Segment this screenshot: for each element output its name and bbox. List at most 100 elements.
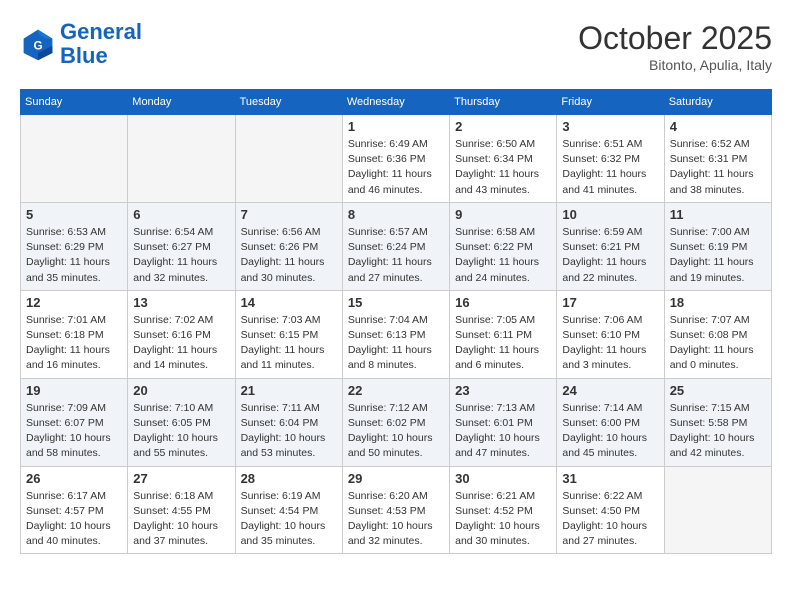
day-info: Sunrise: 7:15 AM Sunset: 5:58 PM Dayligh… <box>670 401 766 462</box>
day-number: 19 <box>26 383 122 398</box>
day-info: Sunrise: 6:59 AM Sunset: 6:21 PM Dayligh… <box>562 225 658 286</box>
day-number: 2 <box>455 119 551 134</box>
svg-text:G: G <box>33 40 42 53</box>
day-number: 15 <box>348 295 444 310</box>
calendar-day-cell: 14 Sunrise: 7:03 AM Sunset: 6:15 PM Dayli… <box>235 290 342 378</box>
day-number: 25 <box>670 383 766 398</box>
day-info: Sunrise: 6:50 AM Sunset: 6:34 PM Dayligh… <box>455 137 551 198</box>
day-number: 29 <box>348 471 444 486</box>
day-info: Sunrise: 7:09 AM Sunset: 6:07 PM Dayligh… <box>26 401 122 462</box>
calendar-day-cell: 15 Sunrise: 7:04 AM Sunset: 6:13 PM Dayli… <box>342 290 449 378</box>
day-info: Sunrise: 6:22 AM Sunset: 4:50 PM Dayligh… <box>562 489 658 550</box>
calendar-day-cell: 5Sunrise: 6:53 AM Sunset: 6:29 PM Daylig… <box>21 202 128 290</box>
day-info: Sunrise: 7:00 AM Sunset: 6:19 PM Dayligh… <box>670 225 766 286</box>
calendar-day-cell: 9 Sunrise: 6:58 AM Sunset: 6:22 PM Daylig… <box>450 202 557 290</box>
day-info: Sunrise: 6:58 AM Sunset: 6:22 PM Dayligh… <box>455 225 551 286</box>
weekday-header-thursday: Thursday <box>450 90 557 115</box>
day-info: Sunrise: 7:14 AM Sunset: 6:00 PM Dayligh… <box>562 401 658 462</box>
day-info: Sunrise: 7:03 AM Sunset: 6:15 PM Dayligh… <box>241 313 337 374</box>
calendar-day-cell: 20Sunrise: 7:10 AM Sunset: 6:05 PM Dayli… <box>128 378 235 466</box>
calendar-week-row: 26 Sunrise: 6:17 AM Sunset: 4:57 PM Dayli… <box>21 466 772 554</box>
logo: G General Blue <box>20 20 142 68</box>
day-number: 9 <box>455 207 551 222</box>
day-number: 26 <box>26 471 122 486</box>
day-info: Sunrise: 7:04 AM Sunset: 6:13 PM Dayligh… <box>348 313 444 374</box>
calendar-day-cell: 17 Sunrise: 7:06 AM Sunset: 6:10 PM Dayli… <box>557 290 664 378</box>
day-info: Sunrise: 6:52 AM Sunset: 6:31 PM Dayligh… <box>670 137 766 198</box>
logo-line1: General <box>60 19 142 44</box>
weekday-header-row: SundayMondayTuesdayWednesdayThursdayFrid… <box>21 90 772 115</box>
day-number: 20 <box>133 383 229 398</box>
day-info: Sunrise: 6:19 AM Sunset: 4:54 PM Dayligh… <box>241 489 337 550</box>
calendar-week-row: 1 Sunrise: 6:49 AM Sunset: 6:36 PM Daylig… <box>21 115 772 203</box>
calendar-day-cell: 4 Sunrise: 6:52 AM Sunset: 6:31 PM Daylig… <box>664 115 771 203</box>
day-number: 17 <box>562 295 658 310</box>
day-number: 16 <box>455 295 551 310</box>
weekday-header-saturday: Saturday <box>664 90 771 115</box>
calendar-day-cell: 26 Sunrise: 6:17 AM Sunset: 4:57 PM Dayli… <box>21 466 128 554</box>
day-info: Sunrise: 6:17 AM Sunset: 4:57 PM Dayligh… <box>26 489 122 550</box>
day-number: 18 <box>670 295 766 310</box>
day-info: Sunrise: 6:49 AM Sunset: 6:36 PM Dayligh… <box>348 137 444 198</box>
calendar-day-cell: 7Sunrise: 6:56 AM Sunset: 6:26 PM Daylig… <box>235 202 342 290</box>
day-number: 4 <box>670 119 766 134</box>
calendar-day-cell: 27Sunrise: 6:18 AM Sunset: 4:55 PM Dayli… <box>128 466 235 554</box>
day-info: Sunrise: 7:11 AM Sunset: 6:04 PM Dayligh… <box>241 401 337 462</box>
calendar-day-cell: 24 Sunrise: 7:14 AM Sunset: 6:00 PM Dayli… <box>557 378 664 466</box>
day-info: Sunrise: 6:56 AM Sunset: 6:26 PM Dayligh… <box>241 225 337 286</box>
calendar-day-cell: 13 Sunrise: 7:02 AM Sunset: 6:16 PM Dayli… <box>128 290 235 378</box>
weekday-header-wednesday: Wednesday <box>342 90 449 115</box>
weekday-header-sunday: Sunday <box>21 90 128 115</box>
calendar-day-cell: 29 Sunrise: 6:20 AM Sunset: 4:53 PM Dayli… <box>342 466 449 554</box>
month-title: October 2025 <box>578 20 772 57</box>
day-number: 12 <box>26 295 122 310</box>
calendar-day-cell: 31 Sunrise: 6:22 AM Sunset: 4:50 PM Dayli… <box>557 466 664 554</box>
day-info: Sunrise: 6:21 AM Sunset: 4:52 PM Dayligh… <box>455 489 551 550</box>
day-info: Sunrise: 6:20 AM Sunset: 4:53 PM Dayligh… <box>348 489 444 550</box>
day-number: 27 <box>133 471 229 486</box>
logo-line2: Blue <box>60 43 108 68</box>
day-number: 21 <box>241 383 337 398</box>
day-info: Sunrise: 7:13 AM Sunset: 6:01 PM Dayligh… <box>455 401 551 462</box>
day-info: Sunrise: 7:05 AM Sunset: 6:11 PM Dayligh… <box>455 313 551 374</box>
calendar-week-row: 5Sunrise: 6:53 AM Sunset: 6:29 PM Daylig… <box>21 202 772 290</box>
day-info: Sunrise: 6:54 AM Sunset: 6:27 PM Dayligh… <box>133 225 229 286</box>
weekday-header-tuesday: Tuesday <box>235 90 342 115</box>
day-number: 23 <box>455 383 551 398</box>
day-info: Sunrise: 7:06 AM Sunset: 6:10 PM Dayligh… <box>562 313 658 374</box>
calendar-day-cell: 21 Sunrise: 7:11 AM Sunset: 6:04 PM Dayli… <box>235 378 342 466</box>
calendar-day-cell <box>21 115 128 203</box>
day-number: 31 <box>562 471 658 486</box>
day-info: Sunrise: 7:02 AM Sunset: 6:16 PM Dayligh… <box>133 313 229 374</box>
calendar-day-cell: 28Sunrise: 6:19 AM Sunset: 4:54 PM Dayli… <box>235 466 342 554</box>
day-number: 1 <box>348 119 444 134</box>
day-number: 10 <box>562 207 658 222</box>
day-number: 14 <box>241 295 337 310</box>
day-info: Sunrise: 7:07 AM Sunset: 6:08 PM Dayligh… <box>670 313 766 374</box>
day-number: 3 <box>562 119 658 134</box>
calendar-day-cell: 10 Sunrise: 6:59 AM Sunset: 6:21 PM Dayli… <box>557 202 664 290</box>
logo-icon: G <box>20 26 56 62</box>
day-info: Sunrise: 7:12 AM Sunset: 6:02 PM Dayligh… <box>348 401 444 462</box>
calendar-day-cell: 16 Sunrise: 7:05 AM Sunset: 6:11 PM Dayli… <box>450 290 557 378</box>
day-number: 5 <box>26 207 122 222</box>
calendar-week-row: 19 Sunrise: 7:09 AM Sunset: 6:07 PM Dayli… <box>21 378 772 466</box>
page-header: G General Blue October 2025 Bitonto, Apu… <box>20 20 772 73</box>
location: Bitonto, Apulia, Italy <box>578 57 772 73</box>
calendar-day-cell: 11 Sunrise: 7:00 AM Sunset: 6:19 PM Dayli… <box>664 202 771 290</box>
calendar-day-cell: 3Sunrise: 6:51 AM Sunset: 6:32 PM Daylig… <box>557 115 664 203</box>
calendar-day-cell: 23 Sunrise: 7:13 AM Sunset: 6:01 PM Dayli… <box>450 378 557 466</box>
calendar-day-cell: 30 Sunrise: 6:21 AM Sunset: 4:52 PM Dayli… <box>450 466 557 554</box>
day-number: 13 <box>133 295 229 310</box>
calendar-day-cell: 22 Sunrise: 7:12 AM Sunset: 6:02 PM Dayli… <box>342 378 449 466</box>
day-number: 11 <box>670 207 766 222</box>
calendar-day-cell: 1 Sunrise: 6:49 AM Sunset: 6:36 PM Daylig… <box>342 115 449 203</box>
day-number: 22 <box>348 383 444 398</box>
day-number: 30 <box>455 471 551 486</box>
calendar-table: SundayMondayTuesdayWednesdayThursdayFrid… <box>20 89 772 554</box>
day-number: 24 <box>562 383 658 398</box>
weekday-header-monday: Monday <box>128 90 235 115</box>
day-info: Sunrise: 7:01 AM Sunset: 6:18 PM Dayligh… <box>26 313 122 374</box>
calendar-day-cell: 8Sunrise: 6:57 AM Sunset: 6:24 PM Daylig… <box>342 202 449 290</box>
calendar-day-cell: 2 Sunrise: 6:50 AM Sunset: 6:34 PM Daylig… <box>450 115 557 203</box>
